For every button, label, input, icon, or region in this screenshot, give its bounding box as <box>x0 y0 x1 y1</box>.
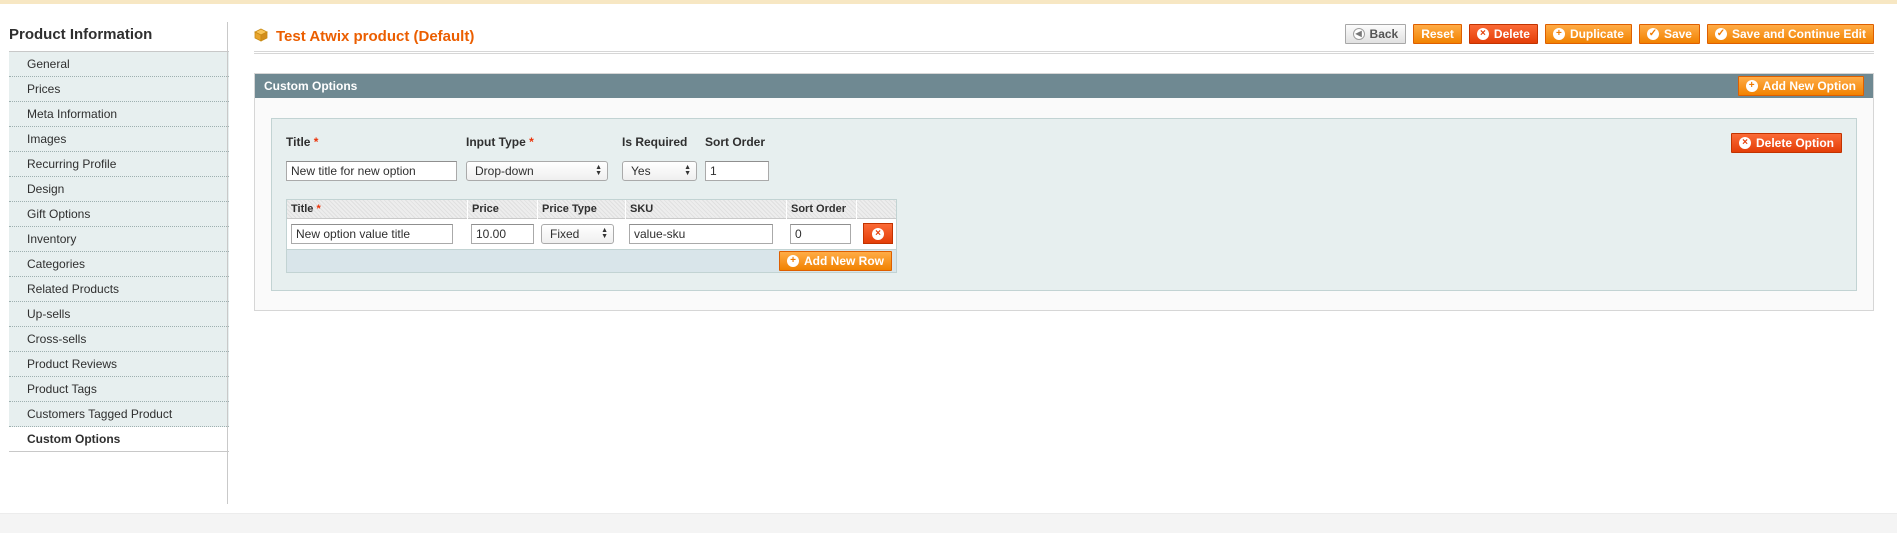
delete-circle-icon: × <box>1738 137 1751 149</box>
sidebar-tabs: General Prices Meta Information Images R… <box>9 52 229 452</box>
back-button-label: Back <box>1369 27 1399 41</box>
save-and-continue-button-label: Save and Continue Edit <box>1731 27 1866 41</box>
value-price-input[interactable] <box>471 224 534 244</box>
page-title: Test Atwix product (Default) <box>276 28 475 45</box>
delete-circle-icon: × <box>1476 28 1489 40</box>
column-title: Title * <box>287 200 468 219</box>
sidebar-divider <box>227 22 228 504</box>
value-title-input[interactable] <box>291 224 453 244</box>
custom-options-section: Custom Options + Add New Option Title * … <box>254 73 1874 311</box>
input-type-select[interactable]: Drop-down ▲ ▼ <box>466 161 608 181</box>
page-header: Test Atwix product (Default) ◀ Back Rese… <box>254 22 1874 54</box>
delete-circle-icon: × <box>872 227 884 240</box>
header-actions: ◀ Back Reset × Delete + Duplicate ✓ Save… <box>1344 24 1874 44</box>
sidebar-title: Product Information <box>9 22 229 52</box>
sidebar-item-design[interactable]: Design <box>9 177 229 202</box>
select-arrows-icon: ▲ ▼ <box>595 164 602 177</box>
price-type-select[interactable]: Fixed ▲ ▼ <box>541 224 614 244</box>
reset-button-label: Reset <box>1421 27 1454 41</box>
sort-order-label: Sort Order <box>705 135 766 149</box>
required-marker: * <box>313 135 319 149</box>
checkmark-icon: ✓ <box>1646 28 1659 40</box>
back-arrow-icon: ◀ <box>1352 28 1365 40</box>
custom-options-header: Custom Options + Add New Option <box>255 74 1873 98</box>
sidebar-item-up-sells[interactable]: Up-sells <box>9 302 229 327</box>
option-panel: Title * Input Type * Is Required Sort Or… <box>271 118 1857 291</box>
checkmark-icon: ✓ <box>1714 28 1727 40</box>
sidebar-item-gift-options[interactable]: Gift Options <box>9 202 229 227</box>
sidebar-item-product-reviews[interactable]: Product Reviews <box>9 352 229 377</box>
column-sku: SKU <box>626 200 787 219</box>
sidebar-item-general[interactable]: General <box>9 52 229 77</box>
save-button[interactable]: ✓ Save <box>1638 24 1700 44</box>
option-values-table: Title * Price Price Type SKU Sort Order … <box>286 199 897 273</box>
sidebar-item-meta-information[interactable]: Meta Information <box>9 102 229 127</box>
sidebar-item-custom-options[interactable]: Custom Options <box>9 427 229 452</box>
sidebar-item-cross-sells[interactable]: Cross-sells <box>9 327 229 352</box>
sidebar-item-product-tags[interactable]: Product Tags <box>9 377 229 402</box>
delete-button-label: Delete <box>1493 27 1530 41</box>
is-required-label: Is Required <box>622 135 688 149</box>
table-row: Fixed ▲▼ × <box>287 219 896 249</box>
value-sort-order-input[interactable] <box>790 224 851 244</box>
product-info-sidebar: Product Information General Prices Meta … <box>9 22 229 452</box>
footer-strip <box>0 513 1897 533</box>
column-price-type: Price Type <box>538 200 626 219</box>
delete-row-button[interactable]: × <box>863 223 893 244</box>
add-circle-icon: + <box>1745 80 1758 92</box>
sidebar-item-related-products[interactable]: Related Products <box>9 277 229 302</box>
column-price: Price <box>468 200 538 219</box>
value-sku-input[interactable] <box>629 224 773 244</box>
add-new-option-label: Add New Option <box>1762 79 1856 93</box>
save-and-continue-button[interactable]: ✓ Save and Continue Edit <box>1706 24 1874 44</box>
sidebar-item-images[interactable]: Images <box>9 127 229 152</box>
duplicate-button-label: Duplicate <box>1569 27 1624 41</box>
sidebar-item-categories[interactable]: Categories <box>9 252 229 277</box>
sidebar-item-inventory[interactable]: Inventory <box>9 227 229 252</box>
sidebar-item-prices[interactable]: Prices <box>9 77 229 102</box>
add-new-row-label: Add New Row <box>804 254 884 268</box>
delete-button[interactable]: × Delete <box>1468 24 1538 44</box>
is-required-select[interactable]: Yes ▲ ▼ <box>622 161 697 181</box>
input-type-label: Input Type * <box>466 135 534 149</box>
add-circle-icon: + <box>1552 28 1565 40</box>
sidebar-item-recurring-profile[interactable]: Recurring Profile <box>9 152 229 177</box>
required-marker: * <box>316 203 321 215</box>
values-table-footer: + Add New Row <box>287 249 896 272</box>
add-circle-icon: + <box>787 255 799 267</box>
delete-option-label: Delete Option <box>1755 136 1834 150</box>
top-strip <box>0 0 1897 4</box>
delete-option-button[interactable]: × Delete Option <box>1730 133 1842 153</box>
sidebar-item-customers-tagged-product[interactable]: Customers Tagged Product <box>9 402 229 427</box>
add-new-row-button[interactable]: + Add New Row <box>779 251 892 271</box>
title-label: Title * <box>286 135 319 149</box>
option-sort-order-input[interactable] <box>705 161 769 181</box>
option-title-input[interactable] <box>286 161 457 181</box>
column-sort-order: Sort Order <box>787 200 857 219</box>
product-box-icon <box>254 28 268 42</box>
values-table-header: Title * Price Price Type SKU Sort Order <box>287 200 896 219</box>
select-arrows-icon: ▲ ▼ <box>684 164 691 177</box>
required-marker: * <box>529 135 534 149</box>
select-arrows-icon: ▲ ▼ <box>601 227 608 240</box>
section-title: Custom Options <box>264 79 358 93</box>
duplicate-button[interactable]: + Duplicate <box>1544 24 1632 44</box>
add-new-option-button[interactable]: + Add New Option <box>1737 76 1864 96</box>
save-button-label: Save <box>1663 27 1692 41</box>
back-button[interactable]: ◀ Back <box>1344 24 1407 44</box>
reset-button[interactable]: Reset <box>1413 24 1462 44</box>
